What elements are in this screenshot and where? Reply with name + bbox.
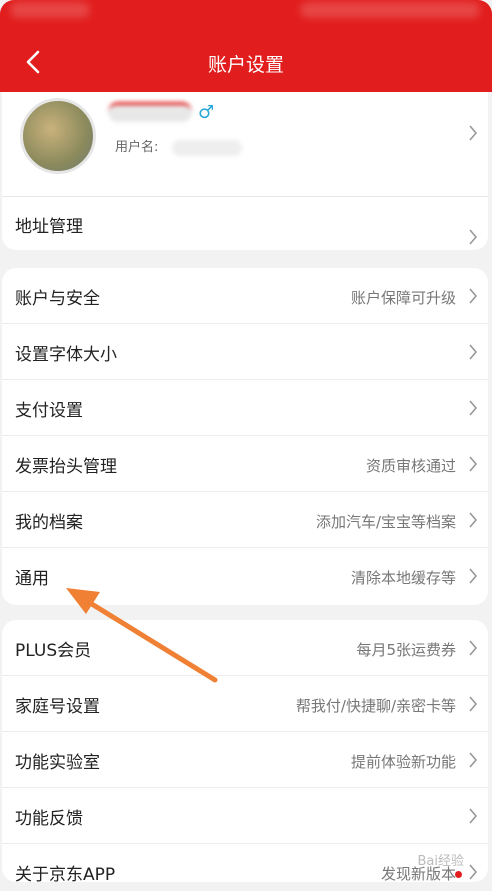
settings-row-my-profile[interactable]: 我的档案 添加汽车/宝宝等档案 xyxy=(2,492,488,548)
chevron-right-icon xyxy=(468,639,478,657)
profile-card: ♂ 用户名: 地址管理 xyxy=(2,92,488,250)
settings-row-invoice-title[interactable]: 发票抬头管理 资质审核通过 xyxy=(2,436,488,492)
nickname-blurred xyxy=(108,102,192,122)
chevron-right-icon xyxy=(468,343,478,361)
settings-row-account-security[interactable]: 账户与安全 账户保障可升级 xyxy=(2,268,488,324)
settings-row-family-account[interactable]: 家庭号设置 帮我付/快捷聊/亲密卡等 xyxy=(2,676,488,732)
chevron-right-icon xyxy=(468,124,478,142)
chevron-right-icon xyxy=(468,287,478,305)
chevron-right-icon xyxy=(468,751,478,769)
chevron-right-icon xyxy=(468,863,478,881)
address-management-row[interactable]: 地址管理 xyxy=(2,196,488,250)
row-label: 通用 xyxy=(15,569,49,589)
new-version-dot xyxy=(455,871,462,878)
chevron-right-icon xyxy=(468,695,478,713)
chevron-right-icon xyxy=(468,807,478,825)
row-label: 账户与安全 xyxy=(15,289,100,309)
chevron-right-icon xyxy=(468,228,478,246)
gender-male-icon: ♂ xyxy=(198,102,215,123)
app-header: 账户设置 xyxy=(0,0,492,92)
settings-row-feature-lab[interactable]: 功能实验室 提前体验新功能 xyxy=(2,732,488,788)
settings-group-more: PLUS会员 每月5张运费券 家庭号设置 帮我付/快捷聊/亲密卡等 功能实验室 … xyxy=(2,620,488,882)
profile-row[interactable]: ♂ 用户名: xyxy=(2,92,488,196)
row-hint: 账户保障可升级 xyxy=(350,289,456,307)
chevron-right-icon xyxy=(468,567,478,585)
row-label: 家庭号设置 xyxy=(15,697,100,717)
chevron-right-icon xyxy=(468,511,478,529)
settings-row-font-size[interactable]: 设置字体大小 xyxy=(2,324,488,380)
avatar[interactable] xyxy=(20,98,96,174)
username-label: 用户名: xyxy=(115,140,159,155)
page-title: 账户设置 xyxy=(207,54,284,76)
row-label: PLUS会员 xyxy=(15,641,92,661)
status-bar xyxy=(0,0,492,24)
settings-row-general[interactable]: 通用 清除本地缓存等 xyxy=(2,548,488,604)
row-label: 发票抬头管理 xyxy=(15,457,117,477)
watermark: Bai经验 xyxy=(417,854,465,869)
row-hint: 提前体验新功能 xyxy=(350,753,456,771)
username-blurred xyxy=(172,140,242,156)
settings-row-plus-member[interactable]: PLUS会员 每月5张运费券 xyxy=(2,620,488,676)
row-hint: 清除本地缓存等 xyxy=(350,569,456,587)
row-label: 关于京东APP xyxy=(15,865,116,882)
row-label: 支付设置 xyxy=(15,401,83,421)
row-label: 功能反馈 xyxy=(15,809,83,829)
row-hint: 帮我付/快捷聊/亲密卡等 xyxy=(295,697,456,715)
row-label: 功能实验室 xyxy=(15,753,100,773)
row-label: 设置字体大小 xyxy=(15,345,117,365)
settings-row-about-app[interactable]: 关于京东APP 发现新版本 xyxy=(2,844,488,882)
row-hint: 添加汽车/宝宝等档案 xyxy=(315,513,456,531)
row-label: 地址管理 xyxy=(15,217,83,237)
row-hint: 每月5张运费券 xyxy=(356,641,456,659)
row-label: 我的档案 xyxy=(15,513,83,533)
settings-group-account: 账户与安全 账户保障可升级 设置字体大小 支付设置 发票抬头管理 资质审核通过 … xyxy=(2,268,488,605)
settings-row-payment[interactable]: 支付设置 xyxy=(2,380,488,436)
chevron-right-icon xyxy=(468,455,478,473)
row-hint: 资质审核通过 xyxy=(365,457,456,475)
chevron-right-icon xyxy=(468,399,478,417)
settings-row-feedback[interactable]: 功能反馈 xyxy=(2,788,488,844)
